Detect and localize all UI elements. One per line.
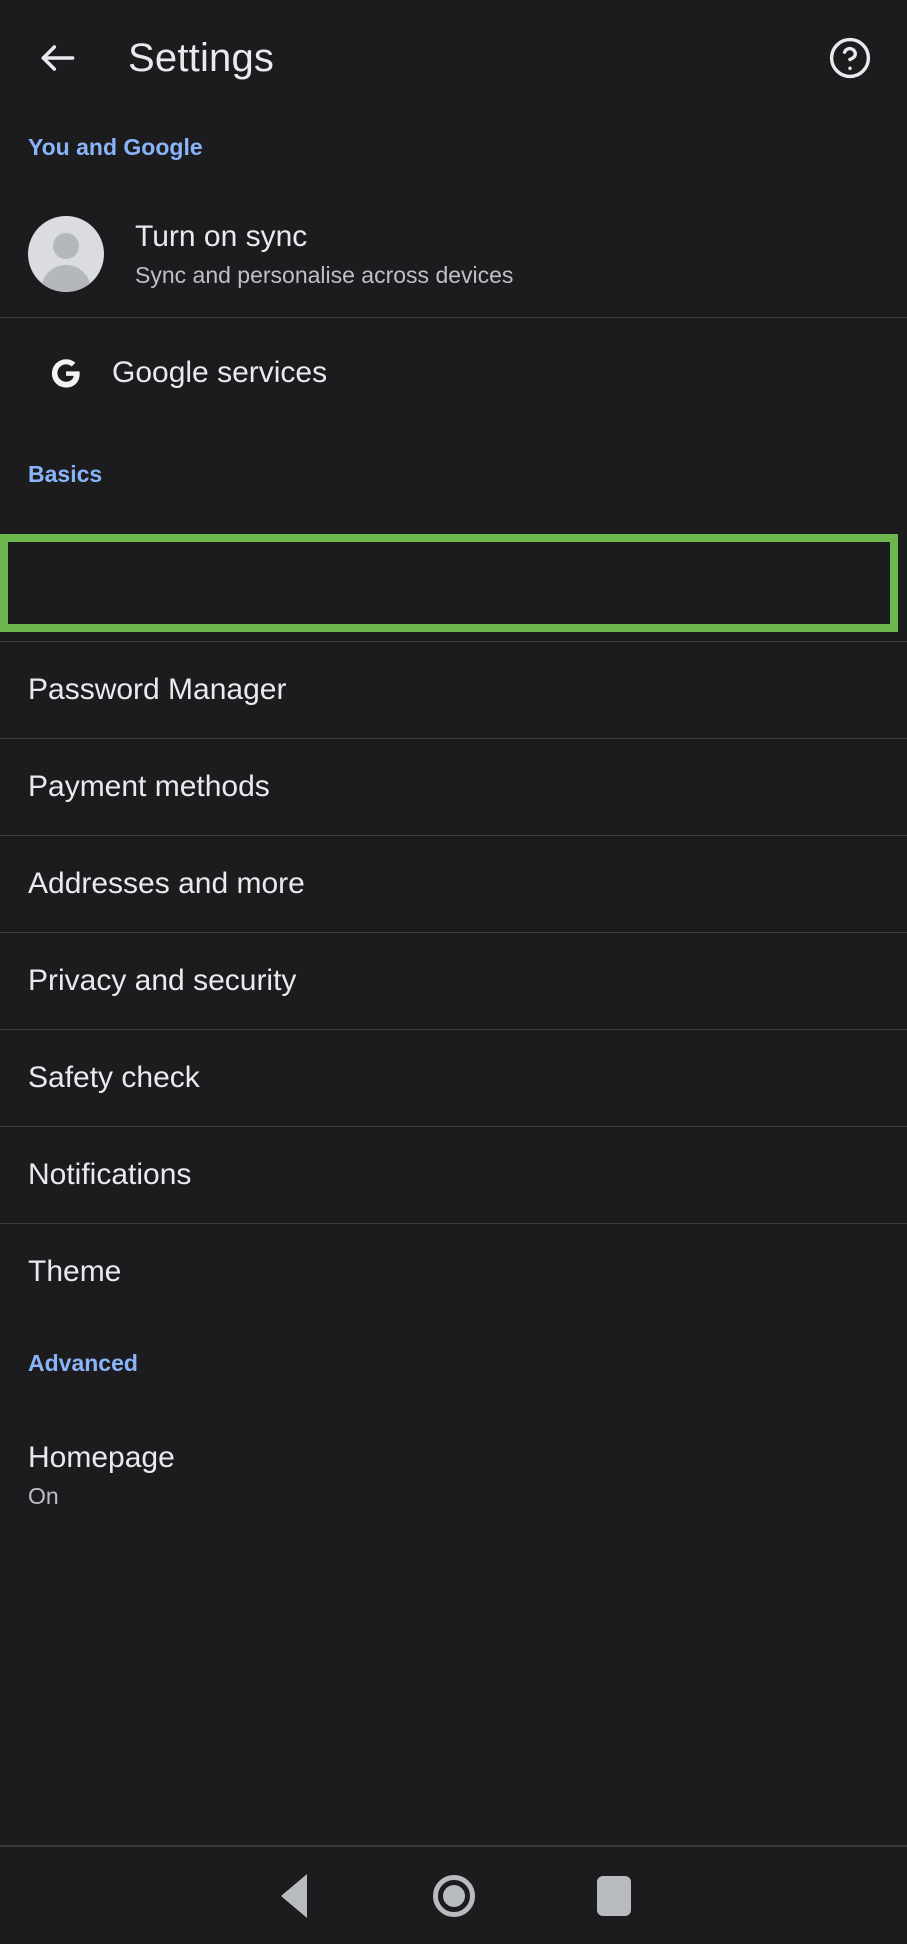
app-bar: Settings	[0, 0, 907, 115]
section-header-you-and-google: You and Google	[28, 134, 203, 160]
row-title-notifications: Notifications	[28, 1157, 192, 1191]
row-password-manager[interactable]: Password Manager	[0, 642, 907, 738]
row-theme[interactable]: Theme	[0, 1224, 907, 1320]
settings-screen: Settings You and Google Turn on sync Syn…	[0, 0, 907, 1944]
page-title: Settings	[128, 35, 275, 80]
back-nav-button[interactable]	[214, 1846, 374, 1944]
back-arrow-icon[interactable]	[26, 26, 90, 90]
row-title-payment-methods: Payment methods	[28, 769, 270, 803]
row-google-services[interactable]: Google services	[0, 318, 907, 428]
row-search-engine[interactable]: Search engine Google	[0, 536, 907, 636]
row-payment-methods[interactable]: Payment methods	[0, 739, 907, 835]
row-privacy-and-security[interactable]: Privacy and security	[0, 933, 907, 1029]
row-addresses-and-more[interactable]: Addresses and more	[0, 836, 907, 932]
row-subtitle-search-engine: Google	[28, 593, 103, 620]
row-title-password-manager: Password Manager	[28, 672, 287, 706]
row-subtitle-turn-on-sync: Sync and personalise across devices	[135, 261, 514, 288]
account-avatar-icon	[28, 216, 104, 292]
circle-home-icon	[432, 1874, 475, 1917]
row-title-homepage: Homepage	[28, 1441, 175, 1475]
section-header-advanced: Advanced	[28, 1350, 138, 1376]
section-header-basics: Basics	[28, 461, 103, 487]
row-subtitle-homepage: On	[28, 1482, 59, 1509]
android-navigation-bar	[0, 1845, 907, 1944]
square-recents-icon	[596, 1875, 631, 1916]
row-notifications[interactable]: Notifications	[0, 1127, 907, 1223]
row-homepage[interactable]: Homepage On	[0, 1425, 907, 1525]
help-circle-icon[interactable]	[819, 27, 881, 89]
triangle-back-icon	[280, 1873, 307, 1918]
row-title-theme: Theme	[28, 1254, 122, 1288]
row-title-privacy-and-security: Privacy and security	[28, 963, 297, 997]
row-safety-check[interactable]: Safety check	[0, 1030, 907, 1126]
row-title-turn-on-sync: Turn on sync	[135, 220, 308, 254]
google-g-icon	[42, 349, 90, 397]
recents-nav-button[interactable]	[534, 1846, 694, 1944]
row-title-safety-check: Safety check	[28, 1060, 200, 1094]
row-turn-on-sync[interactable]: Turn on sync Sync and personalise across…	[0, 192, 907, 316]
row-title-google-services: Google services	[112, 355, 328, 389]
row-title-search-engine: Search engine	[28, 552, 222, 586]
row-title-addresses-and-more: Addresses and more	[28, 866, 305, 900]
home-nav-button[interactable]	[374, 1846, 534, 1944]
